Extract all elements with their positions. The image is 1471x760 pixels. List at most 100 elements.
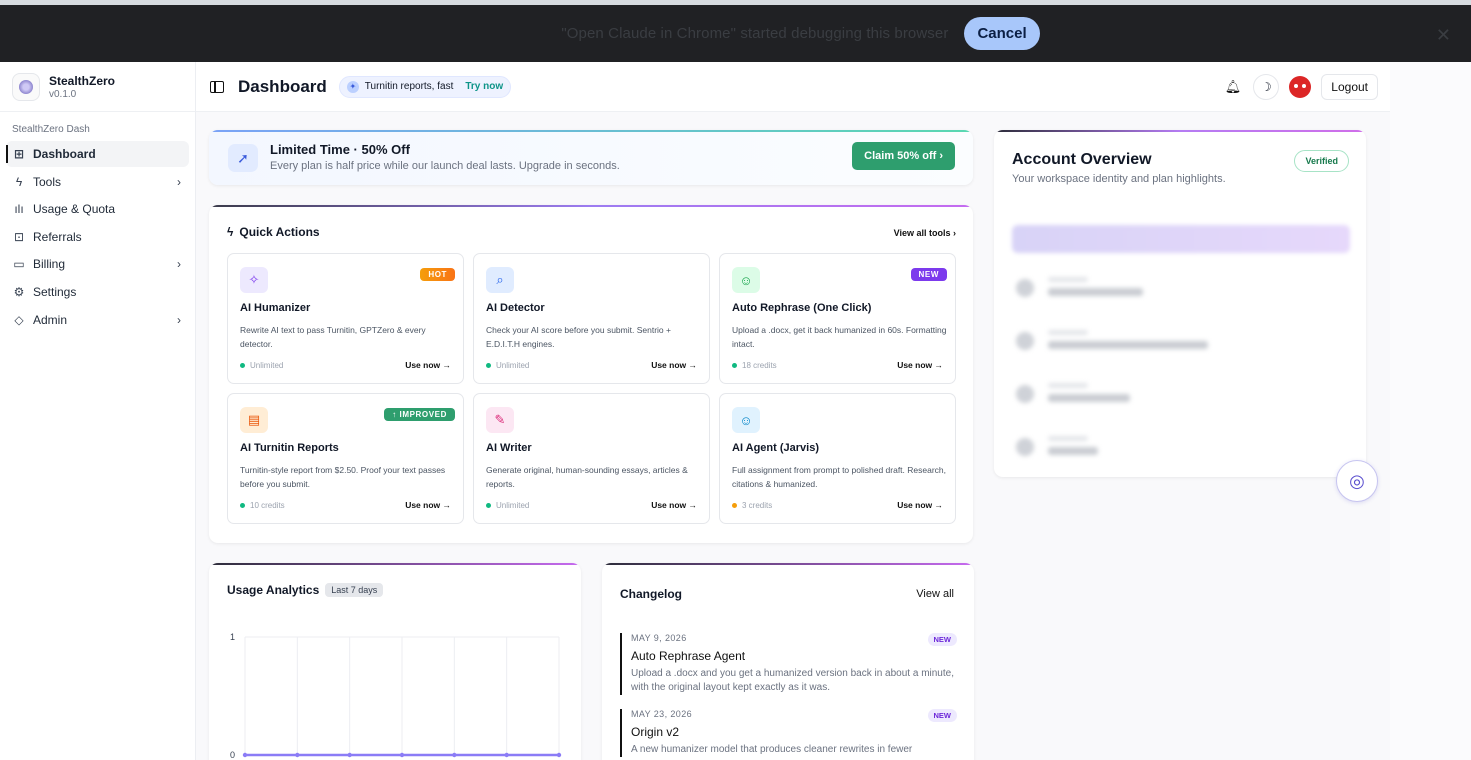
gear-icon: ⚙ [13, 284, 25, 299]
tool-card-ai-turnitin-reports[interactable]: ▤ ↑ IMPROVED AI Turnitin Reports Turniti… [227, 393, 464, 524]
page-title: Dashboard [238, 76, 327, 96]
pencil-icon: ✎ [486, 407, 514, 433]
changelog-entry-title: Auto Rephrase Agent [631, 649, 746, 663]
bolt-icon: ϟ [15, 174, 23, 189]
tool-quota: Unlimited [240, 361, 283, 370]
tool-title: AI Writer [486, 442, 532, 454]
sidebar-item-dashboard[interactable]: ⊞ Dashboard [6, 141, 189, 167]
quick-actions-card: ϟ Quick Actions View all tools › ✧ HOT A… [209, 205, 973, 543]
credit-card-icon: ▭ [13, 257, 25, 272]
view-all-tools-link[interactable]: View all tools › [894, 228, 956, 238]
data-point [452, 752, 457, 758]
tool-description: Upload a .docx, get it back humanized in… [732, 325, 947, 349]
chevron-right-icon: › [177, 257, 181, 272]
use-now-link[interactable]: Use now → [651, 500, 697, 510]
tool-title: AI Turnitin Reports [240, 442, 339, 454]
claim-discount-button[interactable]: Claim 50% off › [852, 142, 955, 170]
usage-analytics-header: Usage Analytics Last 7 days [227, 583, 384, 597]
account-overview-subtitle: Your workspace identity and plan highlig… [1012, 173, 1226, 185]
account-overview-card: Account Overview Your workspace identity… [994, 130, 1366, 477]
debug-banner: "Open Claude in Chrome" started debuggin… [0, 0, 1471, 62]
tool-card-ai-detector[interactable]: ⌕ AI Detector Check your AI score before… [473, 253, 710, 384]
sidebar-item-label: Referrals [33, 229, 82, 244]
use-now-link[interactable]: Use now → [405, 500, 451, 510]
tool-card-auto-rephrase[interactable]: ☺ NEW Auto Rephrase (One Click) Upload a… [719, 253, 956, 384]
tool-title: AI Humanizer [240, 302, 311, 314]
assistant-fab-icon[interactable]: ◎ [1336, 460, 1378, 502]
debug-message: "Open Claude in Chrome" started debuggin… [561, 25, 949, 42]
data-point [347, 752, 352, 758]
sparkle-icon: ✦ [346, 80, 359, 93]
avatar[interactable] [1289, 75, 1312, 98]
chevron-right-icon: › [177, 174, 181, 189]
usage-analytics-title: Usage Analytics [227, 583, 320, 597]
changelog-card: Changelog View all MAY 9, 2026 NEW Auto … [602, 563, 974, 760]
tool-quota: 10 credits [240, 501, 285, 510]
main-content: ➚ Limited Time · 50% Off Every plan is h… [196, 112, 1390, 760]
tool-card-ai-humanizer[interactable]: ✧ HOT AI Humanizer Rewrite AI text to pa… [227, 253, 464, 384]
sidebar-item-billing[interactable]: ▭ Billing › [6, 251, 189, 277]
logout-button[interactable]: Logout [1321, 73, 1378, 100]
changelog-entry-description: A new humanizer model that produces clea… [631, 744, 913, 755]
announcement-text: Turnitin reports, fast [364, 81, 454, 92]
changelog-entry[interactable]: MAY 23, 2026 NEW Origin v2 A new humaniz… [620, 709, 957, 757]
data-point [399, 752, 405, 758]
sidebar-toggle-icon[interactable] [210, 80, 224, 93]
changelog-entry[interactable]: MAY 9, 2026 NEW Auto Rephrase Agent Uplo… [620, 633, 957, 695]
tool-title: AI Detector [486, 302, 545, 314]
nav-section-label: StealthZero Dash [12, 124, 90, 135]
sidebar-item-usage-quota[interactable]: ılı Usage & Quota [6, 196, 189, 222]
data-point [242, 752, 248, 758]
blurred-account-row [1016, 381, 1316, 409]
use-now-link[interactable]: Use now → [405, 360, 451, 370]
usage-line-chart: 10 [230, 632, 562, 760]
sidebar-item-label: Tools [33, 174, 62, 189]
changelog-date: MAY 9, 2026 [631, 633, 687, 643]
bell-icon[interactable]: 🔔︎ [1225, 79, 1242, 95]
use-now-link[interactable]: Use now → [897, 500, 943, 510]
sidebar-item-tools[interactable]: ϟ Tools › [6, 169, 189, 195]
y-tick-label: 0 [230, 750, 235, 760]
use-now-link[interactable]: Use now → [897, 360, 943, 370]
sidebar-item-label: Settings [33, 284, 77, 299]
tool-description: Generate original, human-sounding essays… [486, 465, 688, 489]
new-badge: NEW [927, 709, 957, 722]
shield-icon: ◇ [14, 312, 24, 327]
try-now-link[interactable]: Try now [465, 81, 503, 92]
cancel-debug-button[interactable]: Cancel [964, 17, 1040, 50]
tool-title: AI Agent (Jarvis) [732, 442, 820, 454]
tool-title: Auto Rephrase (One Click) [732, 302, 872, 314]
blurred-account-row [1016, 434, 1316, 462]
bolt-icon: ϟ [227, 225, 234, 239]
sidebar-item-settings[interactable]: ⚙ Settings [6, 279, 189, 305]
close-icon[interactable]: ✕ [1436, 25, 1451, 46]
use-now-link[interactable]: Use now → [651, 360, 697, 370]
changelog-entry-description: Upload a .docx and you get a humanized v… [631, 668, 954, 693]
header-actions: 🔔︎ ☽ Logout [1225, 73, 1378, 100]
theme-toggle-icon[interactable]: ☽ [1253, 73, 1280, 100]
announcement-pill[interactable]: ✦ Turnitin reports, fast Try now [338, 75, 512, 98]
robot-icon: ☺ [732, 267, 760, 293]
y-tick-label: 1 [230, 632, 235, 642]
tool-quota: 18 credits [732, 361, 777, 370]
changelog-view-all-link[interactable]: View all [916, 588, 954, 600]
bar-chart-icon: ılı [14, 202, 24, 217]
sidebar-item-referrals[interactable]: ⊡ Referrals [6, 224, 189, 250]
blurred-account-row [1016, 275, 1316, 303]
brand[interactable]: StealthZero v0.1.0 [0, 62, 195, 112]
tool-quota: Unlimited [486, 501, 529, 510]
date-range-badge: Last 7 days [325, 583, 384, 597]
usage-analytics-card: Usage Analytics Last 7 days 10 [209, 563, 581, 760]
brand-version: v0.1.0 [49, 88, 77, 100]
sidebar-item-admin[interactable]: ◇ Admin › [6, 307, 189, 333]
verified-badge: Verified [1294, 150, 1349, 172]
data-point [556, 752, 562, 758]
sparkles-icon: ✧ [240, 267, 268, 293]
tool-card-ai-agent-jarvis[interactable]: ☺ AI Agent (Jarvis) Full assignment from… [719, 393, 956, 524]
tool-description: Check your AI score before you submit. S… [486, 325, 671, 349]
new-badge: NEW [927, 633, 957, 646]
tool-card-ai-writer[interactable]: ✎ AI Writer Generate original, human-sou… [473, 393, 710, 524]
new-badge: NEW [910, 268, 947, 281]
quick-actions-header: ϟ Quick Actions [227, 225, 320, 239]
hot-badge: HOT [420, 268, 455, 281]
